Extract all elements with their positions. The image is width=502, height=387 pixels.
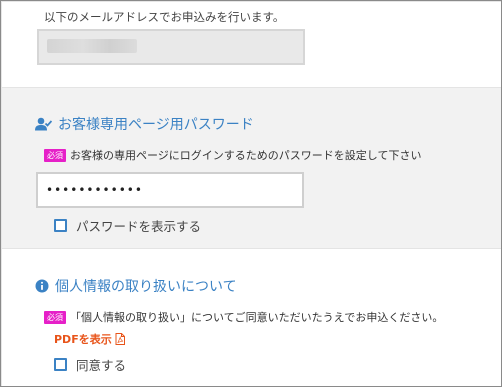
show-password-label[interactable]: パスワードを表示する (76, 216, 201, 235)
password-instruction: お客様の専用ページにログインするためのパスワードを設定して下さい (70, 149, 422, 162)
email-display-field (37, 29, 305, 65)
password-section: お客様専用ページ用パスワード 必須 お客様の専用ページにログインするためのパスワ… (2, 87, 501, 249)
privacy-section: 個人情報の取り扱いについて 必須 「個人情報の取り扱い」についてご同意いただいた… (2, 249, 501, 386)
password-input[interactable] (36, 172, 304, 208)
required-badge: 必須 (44, 310, 66, 324)
pdf-file-icon[interactable] (115, 333, 125, 345)
show-password-row[interactable]: パスワードを表示する (54, 216, 201, 235)
email-section: 以下のメールアドレスでお申込みを行います。 (2, 2, 501, 87)
password-section-title: お客様専用ページ用パスワード (58, 117, 254, 133)
privacy-section-title: 個人情報の取り扱いについて (55, 279, 237, 295)
show-password-checkbox[interactable] (54, 219, 67, 232)
email-note: 以下のメールアドレスでお申込みを行います。 (44, 10, 285, 24)
required-badge: 必須 (44, 148, 66, 162)
email-masked-value (47, 39, 137, 53)
info-circle-icon (35, 279, 49, 293)
pdf-view-link[interactable]: PDFを表示 (54, 331, 125, 347)
privacy-section-heading: 個人情報の取り扱いについて (35, 276, 237, 296)
password-section-heading: お客様専用ページ用パスワード (35, 114, 254, 134)
user-check-icon (35, 117, 52, 131)
privacy-instruction: 「個人情報の取り扱い」についてご同意いただいたうえでお申込ください。 (70, 311, 444, 324)
password-instruction-row: 必須 お客様の専用ページにログインするためのパスワードを設定して下さい (44, 147, 421, 163)
form-frame: 以下のメールアドレスでお申込みを行います。 お客様専用ページ用パスワード 必須 … (0, 0, 502, 387)
agree-checkbox[interactable] (54, 358, 67, 371)
agree-label[interactable]: 同意する (76, 355, 126, 374)
privacy-instruction-row: 必須 「個人情報の取り扱い」についてご同意いただいたうえでお申込ください。 (44, 309, 443, 325)
pdf-link-label[interactable]: PDFを表示 (54, 331, 112, 347)
agree-row[interactable]: 同意する (54, 355, 126, 374)
